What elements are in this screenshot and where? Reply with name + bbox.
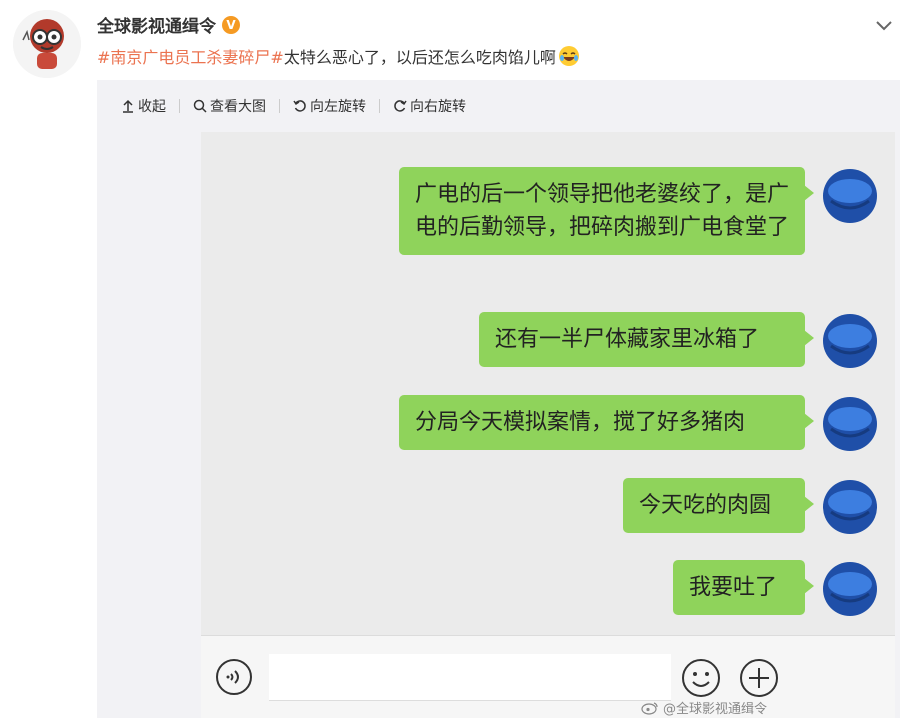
toolbar-divider bbox=[179, 99, 180, 113]
collapse-arrow-up-icon bbox=[123, 99, 133, 113]
chat-bubble: 分局今天模拟案情，搅了好多猪肉 bbox=[399, 395, 814, 450]
chat-message-row: 今天吃的肉圆 bbox=[623, 478, 879, 536]
chat-input-bar: @全球影视通缉令 bbox=[201, 635, 895, 718]
chat-avatar-icon bbox=[823, 169, 877, 223]
rotate-right-button[interactable]: 向右旋转 bbox=[393, 96, 466, 116]
avatar-monkey-icon bbox=[13, 10, 81, 78]
rotate-right-label: 向右旋转 bbox=[410, 99, 466, 115]
hashtag-link[interactable]: #南京广电员工杀妻碎尸# bbox=[97, 44, 284, 68]
chat-message-row: 还有一半尸体藏家里冰箱了 bbox=[479, 312, 879, 370]
chat-message-row: 广电的后一个领导把他老婆绞了，是广电的后勤领导，把碎肉搬到广电食堂了 bbox=[399, 167, 879, 255]
chat-bubble: 我要吐了 bbox=[673, 560, 814, 615]
view-large-label: 查看大图 bbox=[210, 99, 266, 115]
rotate-left-icon bbox=[293, 100, 306, 112]
search-icon bbox=[193, 99, 207, 113]
chat-avatar-icon bbox=[823, 314, 877, 368]
emoji-icon[interactable] bbox=[681, 658, 721, 698]
username[interactable]: 全球影视通缉令 bbox=[97, 12, 216, 37]
laugh-cry-emoji-icon bbox=[558, 46, 579, 66]
plus-icon[interactable] bbox=[739, 658, 779, 698]
verified-badge-icon: V bbox=[222, 15, 240, 34]
chat-message-row: 我要吐了 bbox=[673, 560, 879, 618]
chat-avatar-icon bbox=[823, 397, 877, 451]
media-viewer: 收起 查看大图 向左旋转 向右旋转 广电的后一个领导把他老婆绞了，是广电的后勤领… bbox=[97, 80, 900, 718]
chat-screenshot[interactable]: 广电的后一个领导把他老婆绞了，是广电的后勤领导，把碎肉搬到广电食堂了 还有一半尸… bbox=[201, 132, 895, 718]
rotate-left-button[interactable]: 向左旋转 bbox=[293, 96, 366, 116]
rotate-right-icon bbox=[394, 100, 407, 112]
voice-icon[interactable] bbox=[215, 658, 253, 696]
chat-avatar-icon bbox=[823, 480, 877, 534]
chevron-down-icon[interactable] bbox=[873, 14, 895, 36]
watermark-text: @全球影视通缉令 bbox=[663, 702, 768, 717]
rotate-left-label: 向左旋转 bbox=[310, 99, 366, 115]
chat-bubble: 今天吃的肉圆 bbox=[623, 478, 814, 533]
watermark: @全球影视通缉令 bbox=[641, 698, 767, 717]
toolbar-divider bbox=[379, 99, 380, 113]
view-large-button[interactable]: 查看大图 bbox=[193, 96, 266, 116]
post-text: #南京广电员工杀妻碎尸# 太特么恶心了，以后还怎么吃肉馅儿啊 bbox=[97, 44, 580, 68]
chat-bubble: 广电的后一个领导把他老婆绞了，是广电的后勤领导，把碎肉搬到广电食堂了 bbox=[399, 167, 814, 255]
message-input[interactable] bbox=[269, 654, 671, 701]
weibo-logo-icon bbox=[641, 701, 658, 715]
post-body: 太特么恶心了，以后还怎么吃肉馅儿啊 bbox=[283, 48, 556, 67]
avatar[interactable] bbox=[13, 10, 81, 78]
toolbar-divider bbox=[279, 99, 280, 113]
collapse-label: 收起 bbox=[138, 99, 166, 115]
chat-avatar-icon bbox=[823, 562, 877, 616]
collapse-button[interactable]: 收起 bbox=[121, 96, 166, 116]
chat-bubble: 还有一半尸体藏家里冰箱了 bbox=[479, 312, 814, 367]
chat-message-row: 分局今天模拟案情，搅了好多猪肉 bbox=[399, 395, 879, 453]
post-author: 全球影视通缉令 V bbox=[97, 12, 240, 37]
media-toolbar: 收起 查看大图 向左旋转 向右旋转 bbox=[97, 80, 900, 132]
